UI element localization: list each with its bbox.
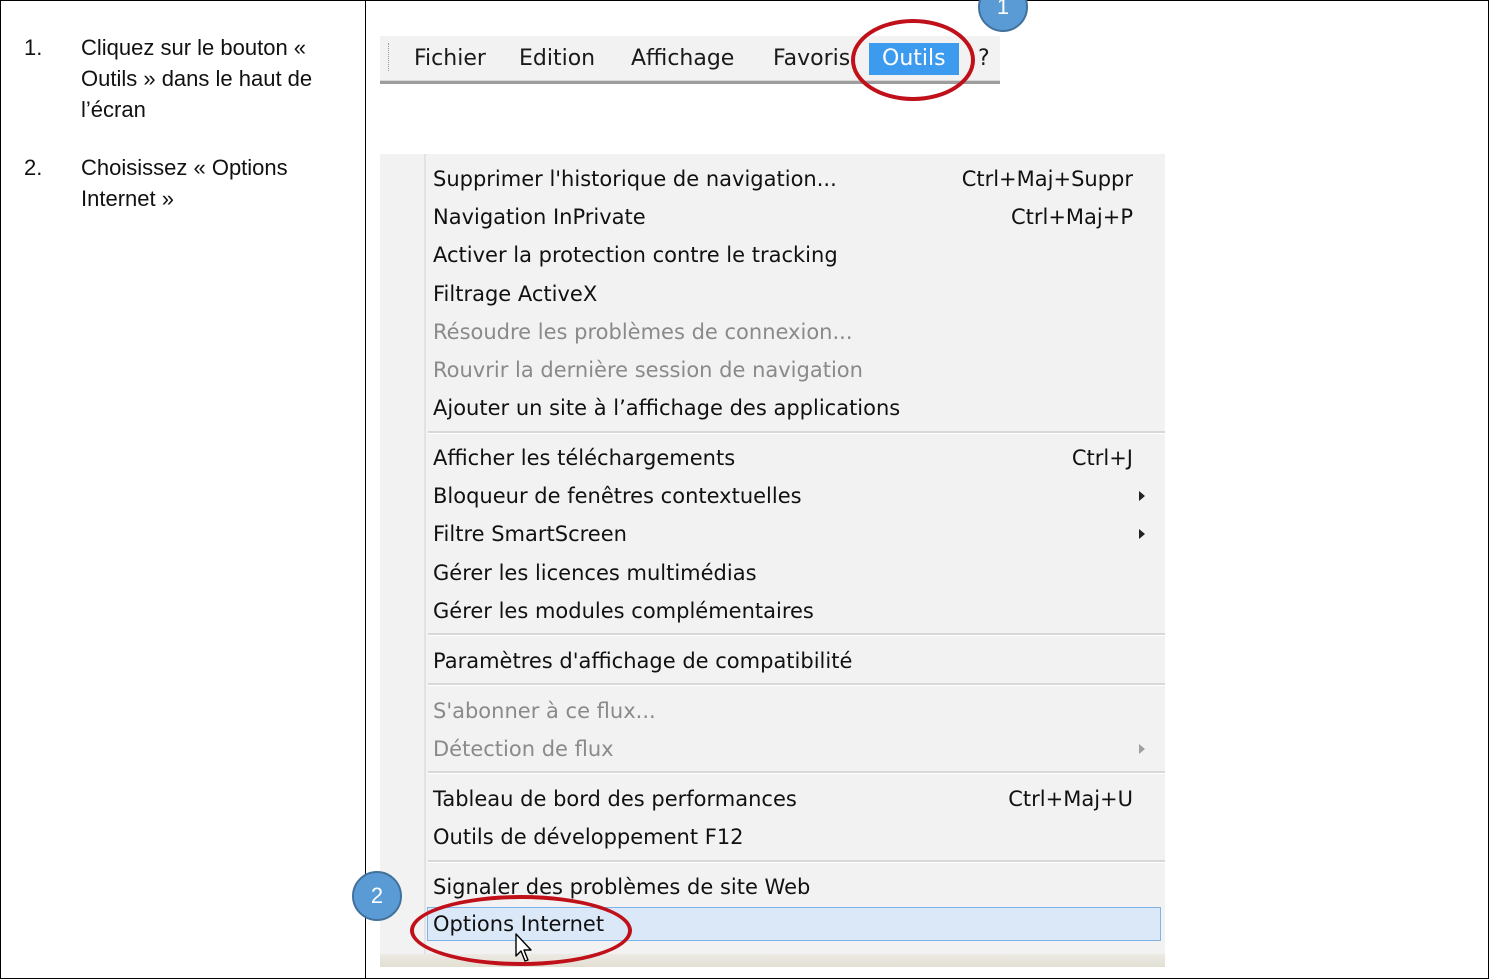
menu-item-smartscreen[interactable]: Filtre SmartScreen <box>380 515 1165 553</box>
menu-item-label: Supprimer l'historique de navigation... <box>433 167 837 191</box>
instruction-step-2: 2. Choisissez « Options Internet » <box>24 152 344 214</box>
step-text: Cliquez sur le bouton « Outils » dans le… <box>81 35 313 122</box>
menu-affichage[interactable]: Affichage <box>631 43 734 75</box>
menu-item-label: S'abonner à ce flux... <box>433 699 656 723</box>
menu-item-reopen-session: Rouvrir la dernière session de navigatio… <box>380 351 1165 389</box>
menu-item-shortcut: Ctrl+Maj+Suppr <box>961 167 1133 191</box>
menu-item-label: Gérer les modules complémentaires <box>433 599 814 623</box>
menu-item-delete-history[interactable]: Supprimer l'historique de navigation... … <box>380 160 1165 198</box>
menu-item-label: Bloqueur de fenêtres contextuelles <box>433 484 802 508</box>
menu-separator <box>428 771 1165 774</box>
menu-item-performance-dashboard[interactable]: Tableau de bord des performances Ctrl+Ma… <box>380 780 1165 818</box>
menu-item-fix-connection: Résoudre les problèmes de connexion... <box>380 313 1165 351</box>
menu-fichier[interactable]: Fichier <box>414 43 486 75</box>
menu-item-shortcut: Ctrl+Maj+U <box>1008 787 1133 811</box>
menu-item-shortcut: Ctrl+J <box>1071 446 1133 470</box>
menu-item-compatibility-view[interactable]: Paramètres d'affichage de compatibilité <box>380 642 1165 680</box>
table-border <box>0 0 1 979</box>
submenu-arrow-icon <box>1139 491 1145 501</box>
menu-separator <box>428 633 1165 636</box>
menu-edition[interactable]: Edition <box>519 43 595 75</box>
menu-item-label: Détection de flux <box>433 737 614 761</box>
menu-item-tracking-protection[interactable]: Activer la protection contre le tracking <box>380 236 1165 274</box>
menu-item-downloads[interactable]: Afficher les téléchargements Ctrl+J <box>380 439 1165 477</box>
menu-item-label: Afficher les téléchargements <box>433 446 736 470</box>
step-number: 1. <box>24 35 43 60</box>
menu-item-manage-addons[interactable]: Gérer les modules complémentaires <box>380 592 1165 630</box>
menu-item-label: Gérer les licences multimédias <box>433 561 757 585</box>
menu-item-f12-tools[interactable]: Outils de développement F12 <box>380 818 1165 856</box>
toolbar-grip[interactable] <box>388 43 392 71</box>
column-divider <box>365 0 366 979</box>
highlight-ring-outils <box>851 19 975 101</box>
menu-separator <box>428 860 1165 863</box>
submenu-arrow-icon <box>1139 744 1145 754</box>
submenu-arrow-icon <box>1139 529 1145 539</box>
menu-item-label: Filtre SmartScreen <box>433 522 627 546</box>
table-border <box>0 0 1489 1</box>
menu-item-label: Rouvrir la dernière session de navigatio… <box>433 358 863 382</box>
mouse-pointer-icon <box>515 933 532 962</box>
menu-item-label: Outils de développement F12 <box>433 825 744 849</box>
menu-item-label: Activer la protection contre le tracking <box>433 243 838 267</box>
menu-separator <box>428 431 1165 434</box>
menu-item-label: Résoudre les problèmes de connexion... <box>433 320 853 344</box>
callout-badge-2: 2 <box>352 871 402 921</box>
menu-item-media-licenses[interactable]: Gérer les licences multimédias <box>380 554 1165 592</box>
menu-item-activex-filtering[interactable]: Filtrage ActiveX <box>380 275 1165 313</box>
menu-item-add-site-apps[interactable]: Ajouter un site à l’affichage des applic… <box>380 389 1165 427</box>
menu-item-inprivate[interactable]: Navigation InPrivate Ctrl+Maj+P <box>380 198 1165 236</box>
menu-item-subscribe-feed: S'abonner à ce flux... <box>380 692 1165 730</box>
instruction-list: 1. Cliquez sur le bouton « Outils » dans… <box>24 32 344 214</box>
menu-item-shortcut: Ctrl+Maj+P <box>1010 205 1133 229</box>
step-number: 2. <box>24 155 43 180</box>
menu-item-popup-blocker[interactable]: Bloqueur de fenêtres contextuelles <box>380 477 1165 515</box>
menu-item-label: Paramètres d'affichage de compatibilité <box>433 649 853 673</box>
instruction-step-1: 1. Cliquez sur le bouton « Outils » dans… <box>24 32 344 125</box>
menu-item-label: Filtrage ActiveX <box>433 282 598 306</box>
menu-separator <box>428 683 1165 686</box>
menu-item-label: Tableau de bord des performances <box>433 787 797 811</box>
tools-dropdown-menu: Supprimer l'historique de navigation... … <box>380 154 1165 967</box>
menu-item-feed-discovery: Détection de flux <box>380 730 1165 768</box>
menu-item-label: Navigation InPrivate <box>433 205 646 229</box>
menu-help[interactable]: ? <box>978 43 990 75</box>
step-text: Choisissez « Options Internet » <box>81 155 288 211</box>
menu-item-label: Ajouter un site à l’affichage des applic… <box>433 396 901 420</box>
menu-favoris[interactable]: Favoris <box>773 43 850 75</box>
